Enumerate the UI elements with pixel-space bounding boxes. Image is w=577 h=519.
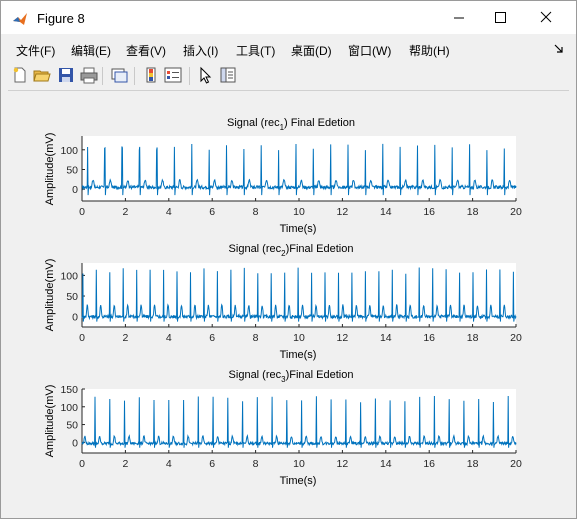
x-tick-label: 10 — [293, 458, 305, 470]
toolbar-separator — [134, 67, 135, 85]
x-tick-label: 2 — [122, 332, 128, 344]
menu-window[interactable]: 窗口(W) — [348, 42, 391, 59]
x-tick-label: 10 — [293, 206, 305, 218]
subplot-1-title: Signal (rec1) Final Edetion — [227, 117, 355, 132]
subplot-1-axes[interactable] — [82, 136, 516, 201]
y-tick-label: 100 — [60, 402, 78, 414]
menu-insert[interactable]: 插入(I) — [183, 42, 218, 59]
subplot-3-title: Signal (rec3)Final Edetion — [229, 369, 354, 384]
y-tick-label: 100 — [60, 270, 78, 282]
figure-window: Figure 8 文件(F) 编辑(E) 查看(V) 插入(I) 工具(T) 桌… — [0, 0, 577, 519]
subplot-3[interactable]: Signal (rec3)Final Edetion 0 2 4 6 8 10 12 14 16… — [44, 369, 522, 487]
x-tick-label: 14 — [380, 332, 392, 344]
open-file-icon[interactable] — [33, 66, 51, 84]
subplot-1[interactable]: Signal (rec1) Final Edetion 0 2 4 6 8 10 12 14 1… — [44, 117, 522, 235]
x-tick-label: 8 — [253, 206, 259, 218]
x-tick-label: 20 — [510, 206, 522, 218]
x-tick-label: 6 — [209, 332, 215, 344]
x-tick-label: 6 — [209, 458, 215, 470]
maximize-icon — [495, 12, 506, 23]
x-tick-label: 16 — [423, 458, 435, 470]
dock-arrow-icon[interactable] — [554, 44, 564, 54]
subplot-3-xlabel: Time(s) — [280, 475, 317, 487]
maximize-button[interactable] — [482, 1, 528, 34]
property-inspector-icon[interactable] — [219, 66, 237, 84]
save-icon[interactable] — [57, 66, 75, 84]
x-tick-label: 0 — [79, 458, 85, 470]
menu-edit[interactable]: 编辑(E) — [71, 42, 111, 59]
insert-legend-icon[interactable] — [164, 66, 182, 84]
x-tick-label: 12 — [337, 332, 349, 344]
x-tick-label: 8 — [253, 458, 259, 470]
x-tick-label: 2 — [122, 206, 128, 218]
subplot-2-title: Signal (rec2)Final Edetion — [229, 243, 354, 258]
link-plot-icon[interactable] — [110, 66, 128, 84]
x-tick-label: 4 — [166, 458, 172, 470]
subplot-1-xlabel: Time(s) — [280, 223, 317, 235]
minimize-button[interactable] — [436, 1, 482, 34]
subplot-2-ylabel: Amplitude(mV) — [44, 259, 56, 332]
x-tick-label: 6 — [209, 206, 215, 218]
toolbar — [1, 63, 576, 88]
close-button[interactable] — [528, 1, 574, 34]
print-icon[interactable] — [80, 66, 98, 84]
x-tick-label: 16 — [423, 206, 435, 218]
y-tick-label: 0 — [72, 312, 78, 324]
x-tick-label: 14 — [380, 206, 392, 218]
subplot-3-ylabel: Amplitude(mV) — [44, 385, 56, 458]
x-tick-label: 20 — [510, 332, 522, 344]
figure-canvas: Signal (rec1) Final Edetion 0 2 4 6 8 10 12 14 1… — [8, 90, 569, 512]
x-tick-label: 2 — [122, 458, 128, 470]
plots-svg: Signal (rec1) Final Edetion 0 2 4 6 8 10 12 14 1… — [44, 117, 522, 487]
y-tick-label: 100 — [60, 145, 78, 157]
new-figure-icon[interactable] — [11, 66, 29, 84]
x-tick-label: 18 — [467, 206, 479, 218]
title-bar[interactable]: Figure 8 — [1, 1, 576, 34]
subplot-2-xlabel: Time(s) — [280, 349, 317, 361]
subplot-1-ylabel: Amplitude(mV) — [44, 133, 56, 206]
x-tick-label: 12 — [337, 206, 349, 218]
toolbar-separator — [102, 67, 103, 85]
minimize-icon — [454, 17, 464, 19]
x-tick-label: 4 — [166, 206, 172, 218]
toolbar-separator — [189, 67, 190, 85]
x-tick-label: 18 — [467, 458, 479, 470]
x-tick-label: 16 — [423, 332, 435, 344]
x-tick-label: 12 — [337, 458, 349, 470]
y-tick-label: 0 — [72, 184, 78, 196]
x-tick-label: 4 — [166, 332, 172, 344]
window-title: Figure 8 — [37, 11, 85, 26]
edit-plot-pointer-icon[interactable] — [197, 66, 215, 84]
x-tick-label: 14 — [380, 458, 392, 470]
x-tick-label: 0 — [79, 332, 85, 344]
menu-view[interactable]: 查看(V) — [126, 42, 166, 59]
insert-colorbar-icon[interactable] — [142, 66, 160, 84]
y-tick-label: 50 — [66, 420, 78, 432]
x-tick-label: 10 — [293, 332, 305, 344]
menu-help[interactable]: 帮助(H) — [409, 42, 450, 59]
x-tick-label: 18 — [467, 332, 479, 344]
menu-bar: 文件(F) 编辑(E) 查看(V) 插入(I) 工具(T) 桌面(D) 窗口(W… — [1, 37, 576, 61]
menu-tools[interactable]: 工具(T) — [236, 42, 275, 59]
y-tick-label: 150 — [60, 384, 78, 396]
x-tick-label: 20 — [510, 458, 522, 470]
menu-file[interactable]: 文件(F) — [16, 42, 55, 59]
y-tick-label: 50 — [66, 164, 78, 176]
close-icon — [540, 11, 552, 23]
y-tick-label: 0 — [72, 437, 78, 449]
y-tick-label: 50 — [66, 291, 78, 303]
matlab-logo-icon — [13, 13, 27, 25]
menu-desktop[interactable]: 桌面(D) — [291, 42, 332, 59]
subplot-2[interactable]: Signal (rec2)Final Edetion 0 2 4 6 8 10 12 14 16… — [44, 243, 522, 361]
x-tick-label: 0 — [79, 206, 85, 218]
x-tick-label: 8 — [253, 332, 259, 344]
